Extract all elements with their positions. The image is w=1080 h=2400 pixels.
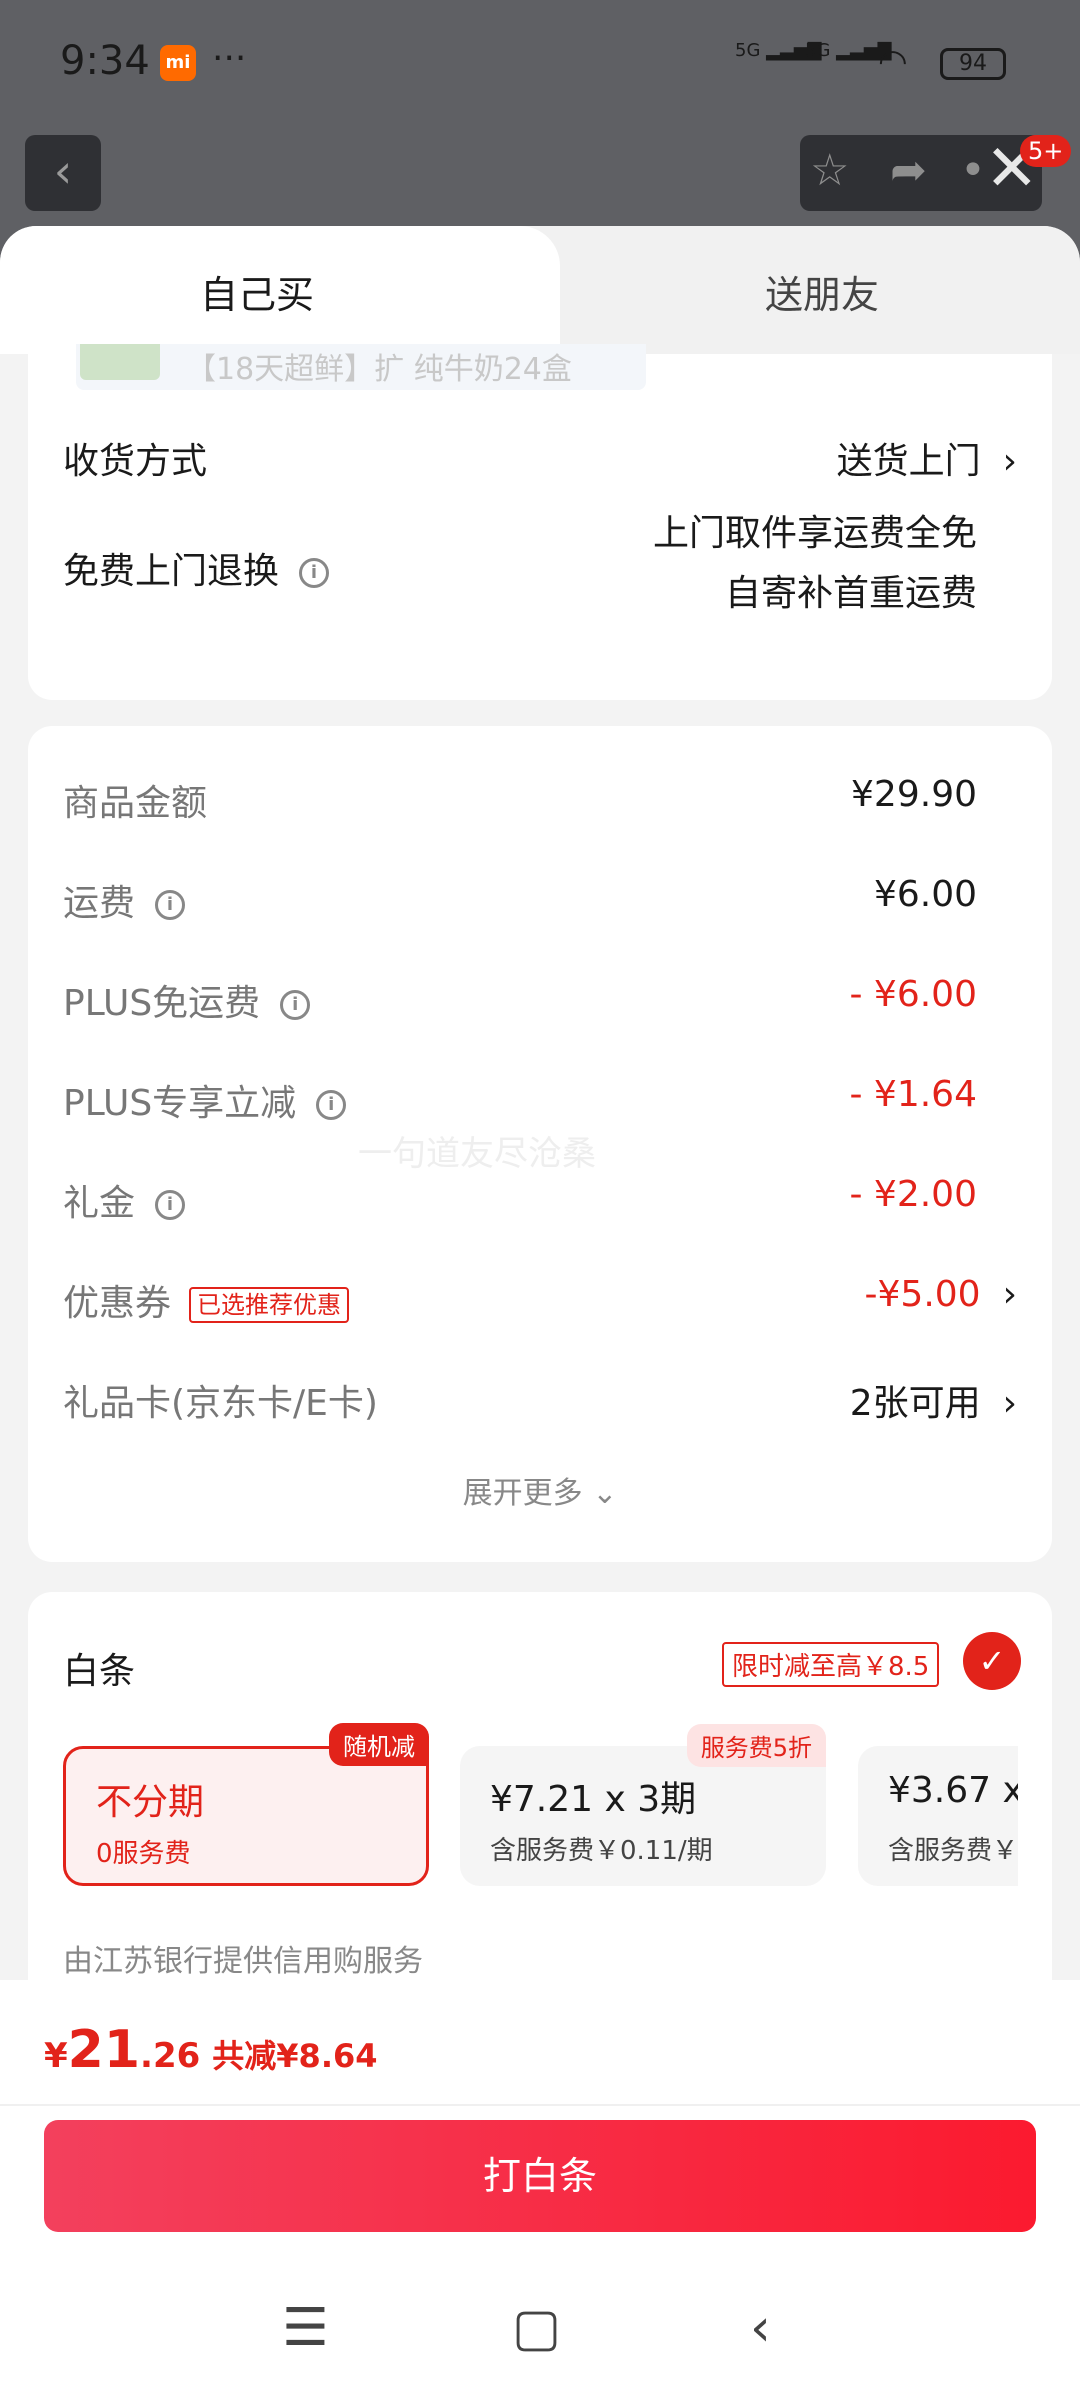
price-row-gift-money: 礼金 i - ¥2.00: [63, 1174, 1017, 1234]
price-row-coupon[interactable]: 优惠券 已选推荐优惠 -¥5.00 ›: [63, 1274, 1017, 1334]
price-row-subtotal: 商品金额 ¥29.90: [63, 774, 1017, 834]
check-icon[interactable]: ✓: [963, 1632, 1021, 1690]
delivery-method-value: 送货上门 ›: [836, 441, 1017, 482]
product-title: 【18天超鲜】扩 纯牛奶24盒: [186, 352, 572, 387]
total-integer: 21: [67, 2020, 141, 2080]
expand-more-button[interactable]: 展开更多 ⌄: [28, 1468, 1052, 1512]
recommended-tag: 已选推荐优惠: [189, 1287, 350, 1323]
delivery-card: 【18天超鲜】扩 纯牛奶24盒 收货方式 送货上门 › 免费上门退换 i 上门取件享…: [28, 344, 1052, 700]
price-row-plus-shipping: PLUS免运费 i - ¥6.00: [63, 974, 1017, 1034]
system-nav-bar: ☰ ▢ ‹: [0, 2260, 1080, 2400]
price-label: 优惠券 已选推荐优惠: [63, 1274, 350, 1326]
installment-sub: 含服务费￥: [888, 1836, 1018, 1866]
fee-discount-badge: 服务费5折: [686, 1724, 826, 1767]
price-label: 运费 i: [63, 874, 186, 926]
share-icon[interactable]: ➦: [890, 145, 927, 196]
price-value: - ¥2.00: [849, 1174, 978, 1215]
price-row-plus-discount: PLUS专享立减 i - ¥1.64: [63, 1074, 1017, 1134]
info-icon[interactable]: i: [280, 990, 311, 1020]
notification-badge: 5+: [1020, 135, 1072, 167]
installment-main: ¥7.21 x 3期: [490, 1779, 697, 1820]
total-price: ¥21.26 共减¥8.64: [44, 2020, 378, 2080]
price-value: ¥29.90: [851, 774, 977, 815]
installment-option-6[interactable]: ¥3.67 x 含服务费￥: [858, 1746, 1018, 1886]
status-bar: 9:34 mi ··· 5G ▂▃▅▇ 5G ▂▃▅▇ ◠ 94: [0, 0, 1080, 130]
product-thumbnail: [80, 344, 160, 380]
installment-main: 不分期: [96, 1782, 205, 1823]
price-detail-card: 商品金额 ¥29.90 运费 i ¥6.00 PLUS免运费 i - ¥6.00 P…: [28, 726, 1052, 1562]
purchase-tabs: 自己买 送朋友: [0, 226, 1080, 354]
price-label: 礼金 i: [63, 1174, 186, 1226]
back-button[interactable]: ‹: [25, 135, 101, 211]
price-label: PLUS免运费 i: [63, 974, 311, 1026]
baitiao-title: 白条: [63, 1651, 136, 1692]
free-return-label: 免费上门退换 i: [63, 542, 330, 594]
wifi-icon: ◠: [878, 42, 908, 82]
free-return-row: 免费上门退换 i 上门取件享运费全免 自寄补首重运费: [63, 513, 1017, 640]
free-return-line2: 自寄补首重运费: [724, 573, 977, 614]
star-icon[interactable]: ☆: [810, 145, 849, 196]
home-icon[interactable]: ▢: [512, 2298, 561, 2358]
total-decimal: .26: [140, 2036, 201, 2076]
installment-option-none[interactable]: 随机减 不分期 0服务费: [63, 1723, 429, 1886]
pay-with-baitiao-button[interactable]: 打白条: [44, 2120, 1036, 2232]
back-icon[interactable]: ‹: [750, 2298, 771, 2358]
status-more: ···: [212, 38, 247, 79]
divider: [0, 2104, 1080, 2106]
delivery-method-row[interactable]: 收货方式 送货上门 ›: [63, 432, 1017, 492]
tab-buy-for-self[interactable]: 自己买: [200, 264, 314, 319]
chevron-right-icon: ›: [1002, 1274, 1017, 1315]
chevron-right-icon: ›: [1002, 441, 1017, 482]
random-discount-badge: 随机减: [329, 1723, 429, 1766]
more-icon[interactable]: •: [960, 145, 986, 196]
baitiao-promo-tag: 限时减至高￥8.5: [722, 1642, 940, 1687]
installment-sub: 含服务费￥0.11/期: [490, 1836, 713, 1866]
price-label: 礼品卡(京东卡/E卡): [63, 1383, 378, 1424]
info-icon[interactable]: i: [155, 890, 186, 920]
price-value: - ¥1.64: [849, 1074, 978, 1115]
price-label: PLUS专享立减 i: [63, 1074, 347, 1126]
chevron-down-icon: ⌄: [592, 1476, 618, 1511]
mi-app-icon: mi: [160, 45, 196, 81]
watermark: 一句道友尽沧桑: [358, 1134, 596, 1174]
product-peek: 【18天超鲜】扩 纯牛奶24盒: [76, 344, 646, 390]
price-row-gift-card[interactable]: 礼品卡(京东卡/E卡) 2张可用 ›: [63, 1374, 1017, 1434]
price-label: 商品金额: [63, 783, 208, 824]
free-return-desc: 上门取件享运费全免 自寄补首重运费: [653, 504, 977, 624]
chevron-left-icon: ‹: [53, 144, 73, 198]
credit-provider-text: 由江苏银行提供信用购服务: [63, 1944, 423, 1979]
total-saved: 共减¥8.64: [212, 2037, 378, 2075]
battery-icon: 94: [940, 48, 1006, 80]
free-return-line1: 上门取件享运费全免: [652, 513, 977, 554]
installment-option-3[interactable]: 服务费5折 ¥7.21 x 3期 含服务费￥0.11/期: [460, 1724, 826, 1886]
info-icon[interactable]: i: [316, 1090, 347, 1120]
tab-send-to-friend[interactable]: 送朋友: [765, 264, 879, 319]
chevron-right-icon: ›: [1002, 1383, 1017, 1424]
info-icon[interactable]: i: [299, 558, 330, 588]
price-value: ¥6.00: [873, 874, 977, 915]
price-value: -¥5.00 ›: [864, 1274, 1017, 1315]
installment-sub: 0服务费: [96, 1839, 191, 1869]
price-row-shipping: 运费 i ¥6.00: [63, 874, 1017, 934]
menu-icon[interactable]: ☰: [282, 2298, 329, 2358]
price-value: - ¥6.00: [849, 974, 978, 1015]
status-time: 9:34: [60, 38, 150, 84]
currency-symbol: ¥: [44, 2036, 68, 2076]
price-value: 2张可用 ›: [849, 1383, 1017, 1424]
delivery-method-label: 收货方式: [63, 441, 208, 482]
installment-main: ¥3.67 x: [888, 1770, 1018, 1811]
info-icon[interactable]: i: [155, 1190, 186, 1220]
